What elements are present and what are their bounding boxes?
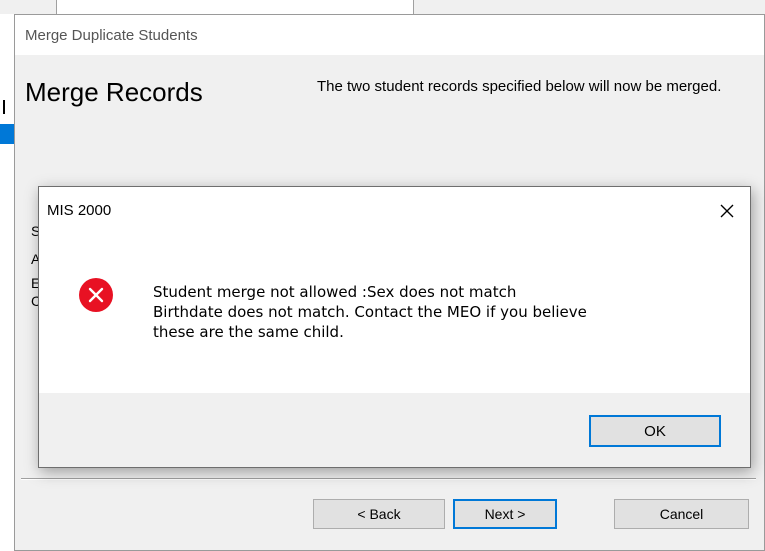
footer-divider [21,478,756,480]
background-text-fragment [3,100,5,114]
close-button[interactable] [707,195,747,227]
wizard-titlebar: Merge Duplicate Students [15,15,764,55]
message-line: Birthdate does not match. Contact the ME… [153,303,587,321]
wizard-description: The two student records specified below … [317,78,722,95]
wizard-heading: Merge Records [25,77,203,107]
message-line: Student merge not allowed :Sex does not … [153,283,517,301]
dialog-titlebar: MIS 2000 [39,187,750,233]
wizard-header: Merge Records The two student records sp… [15,55,764,155]
wizard-title: Merge Duplicate Students [25,26,198,44]
message-line: these are the same child. [153,323,344,341]
background-field [56,0,414,14]
error-icon [79,278,113,312]
close-icon [720,204,734,218]
background-window-edge [0,14,14,551]
back-button[interactable]: < Back [313,499,445,529]
next-button[interactable]: Next > [453,499,557,529]
cancel-button[interactable]: Cancel [614,499,749,529]
dialog-title: MIS 2000 [47,202,112,219]
dialog-message: Student merge not allowed :Sex does not … [153,282,713,342]
error-dialog: MIS 2000 Student merge not allowed :Sex … [38,186,751,468]
background-selected-row [0,124,14,144]
ok-button[interactable]: OK [589,415,721,447]
